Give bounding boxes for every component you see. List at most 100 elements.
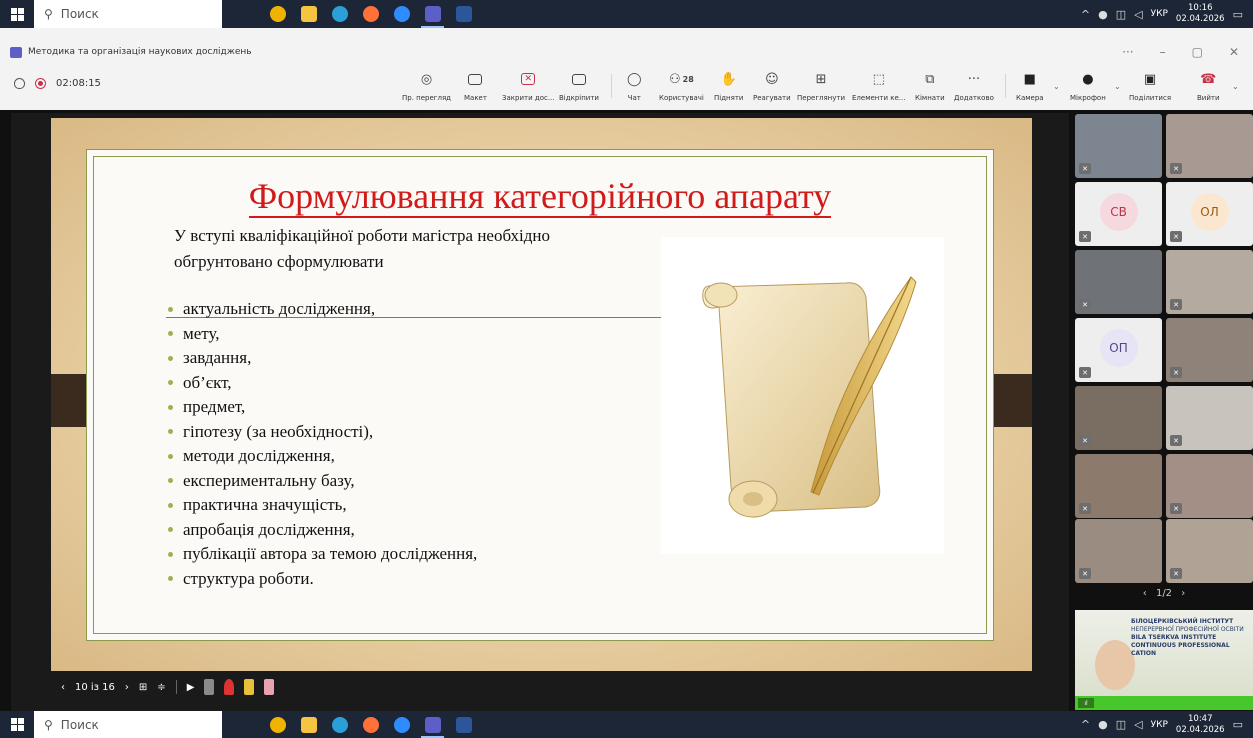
taskbar-search[interactable]: ⚲ Поиск [34,0,222,28]
chrome-app[interactable] [262,0,293,28]
participant-tile[interactable]: ОЛ ✕ [1166,182,1253,246]
view-mode-label: Переглянути [797,94,846,102]
prev-slide-icon[interactable]: ‹ [61,682,65,693]
camera-options-icon[interactable]: ⌄ [1053,82,1060,91]
explorer-app[interactable] [293,0,324,28]
toolbar-divider [611,74,612,98]
tray-network-icon[interactable]: ◫ [1116,718,1126,731]
teams-app[interactable] [417,711,448,738]
tray-mic-icon[interactable]: ● [1098,8,1108,21]
firefox-app[interactable] [355,0,386,28]
participant-tile[interactable]: ✕ [1075,114,1162,178]
participant-tile[interactable]: ✕ [1166,454,1253,518]
bullet-dot-icon [168,551,173,557]
teams-app[interactable] [417,0,448,28]
start-button[interactable] [0,0,34,28]
pointer-icon[interactable]: ▶ [187,682,195,693]
window-titlebar: Методика та організація наукових дослідж… [0,40,1253,64]
notifications-icon[interactable]: ▭ [1233,8,1243,21]
restore-icon[interactable]: ▢ [1192,45,1203,59]
tray-network-icon[interactable]: ◫ [1116,8,1126,21]
marker-icon[interactable] [204,679,215,695]
chat-button[interactable]: ◯ Чат [627,70,642,103]
participant-tile[interactable]: ✕ [1166,114,1253,178]
view-label: Пр. перегляд [402,94,451,102]
bullet-dot-icon [168,576,173,582]
participant-tile[interactable]: ✕ [1166,386,1253,450]
tray-chevron-icon[interactable]: ^ [1081,718,1090,731]
tray-language[interactable]: УКР [1151,9,1168,19]
apps-button[interactable]: ⬚ Елементи ке... [852,70,905,103]
firefox-app[interactable] [355,711,386,738]
participant-tile[interactable]: ✕ [1166,519,1253,583]
people-icon: ⚇ [669,71,681,87]
word-app[interactable] [448,711,479,738]
eye-icon: ◎ [420,71,433,87]
edge-app[interactable] [324,711,355,738]
recording-icon[interactable] [35,78,46,89]
participant-tile[interactable]: ✕ [1166,318,1253,382]
gallery-next-icon[interactable]: › [1181,588,1185,599]
react-button[interactable]: ☺ Реагувати [753,70,791,103]
zoom-app[interactable] [386,0,417,28]
bullet-item: предмет, [168,395,477,420]
zoom-app[interactable] [386,711,417,738]
share-button[interactable]: ▣ Поділитися [1129,70,1171,103]
start-button[interactable] [0,711,34,738]
word-app[interactable] [448,0,479,28]
stop-sharing-button[interactable]: ✕ Закрити дос... [502,70,555,102]
participant-tile[interactable]: ✕ [1166,250,1253,314]
more-button[interactable]: ··· Додатково [954,70,994,103]
next-slide-icon[interactable]: › [125,682,129,693]
participant-tile[interactable]: ✕ [1075,250,1162,314]
chrome-icon [269,716,286,733]
camera-icon: ■ [1023,71,1036,87]
leave-button[interactable]: ☎ Вийти [1197,70,1220,103]
view-mode-button[interactable]: ⊞ Переглянути [797,70,846,103]
eraser-icon[interactable] [264,679,275,695]
rooms-label: Кімнати [915,94,945,102]
gallery-page: 1/2 [1155,588,1173,599]
popout-button[interactable]: Відкріпити [559,70,599,102]
participant-tile[interactable]: ✕ [1075,386,1162,450]
rooms-button[interactable]: ⧉ Кімнати [915,70,945,103]
meeting-stage: Формулювання категорійного апарату У вст… [0,110,1253,711]
bg-line: НЕПЕРЕРВНОЇ ПРОФЕСІЙНОЇ ОСВІТИ [1131,626,1244,633]
scroll-quill-icon [702,276,917,518]
participant-tile[interactable]: СВ ✕ [1075,182,1162,246]
mic-button[interactable]: ● Мікрофон [1070,70,1106,103]
people-button[interactable]: ⚇ 28 Користувачі [659,70,704,103]
tray-clock[interactable]: 10:47 02.04.2026 [1176,714,1225,736]
grid-view-icon[interactable]: ⊞ [139,682,147,693]
camera-button[interactable]: ■ Камера [1016,70,1044,103]
notifications-icon[interactable]: ▭ [1233,718,1243,731]
tray-clock[interactable]: 10:16 02.04.2026 [1176,3,1225,25]
tray-mic-icon[interactable]: ● [1098,718,1108,731]
close-icon[interactable]: ✕ [1229,45,1239,59]
self-view-video[interactable]: БІЛОЦЕРКІВСЬКИЙ ІНСТИТУТ НЕПЕРЕРВНОЇ ПРО… [1075,610,1253,710]
window-more-button[interactable]: ··· [1122,45,1133,59]
minimize-icon[interactable]: – [1160,45,1166,59]
tray-language[interactable]: УКР [1151,720,1168,730]
gallery-prev-icon[interactable]: ‹ [1143,588,1147,599]
settings-icon[interactable]: ≑ [157,682,165,693]
raise-hand-button[interactable]: ✋ Підняти [714,70,743,103]
view-button[interactable]: ◎ Пр. перегляд [402,70,451,103]
highlighter-icon[interactable] [244,679,255,695]
tray-volume-icon[interactable]: ◁ [1134,718,1142,731]
participant-tile[interactable]: ✕ [1075,519,1162,583]
chrome-app[interactable] [262,711,293,738]
taskbar-search[interactable]: ⚲ Поиск [34,711,222,738]
leave-options-icon[interactable]: ⌄ [1232,82,1239,91]
explorer-app[interactable] [293,711,324,738]
tray-chevron-icon[interactable]: ^ [1081,8,1090,21]
participant-tile[interactable]: ✕ [1075,454,1162,518]
tray-volume-icon[interactable]: ◁ [1134,8,1142,21]
red-pen-icon[interactable] [224,679,235,695]
layout-button[interactable]: Макет [464,70,487,102]
firefox-icon [362,6,379,22]
participant-tile[interactable]: ОП ✕ [1075,318,1162,382]
people-count: 28 [682,74,694,84]
edge-app[interactable] [324,0,355,28]
mic-options-icon[interactable]: ⌄ [1114,82,1121,91]
